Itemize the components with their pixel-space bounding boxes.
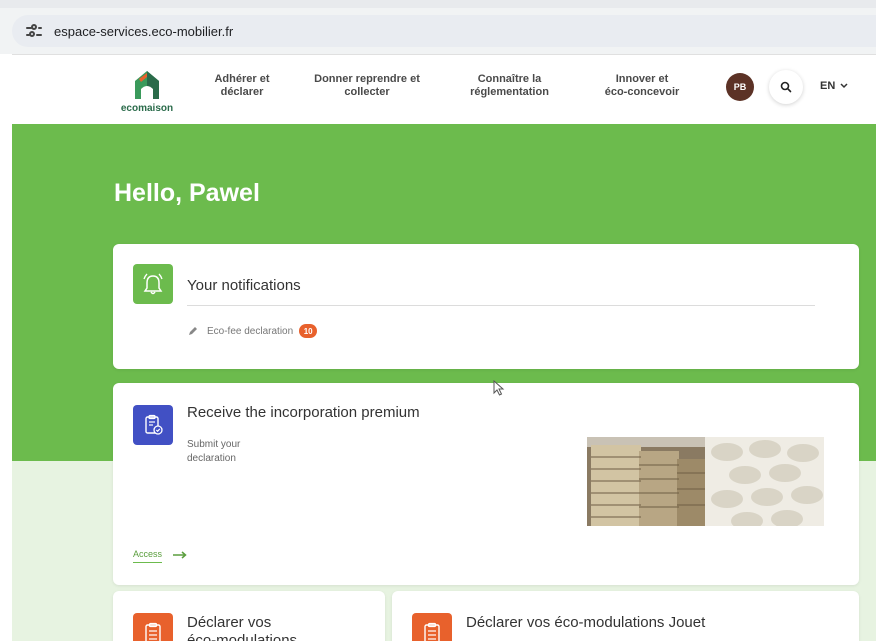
- clipboard-list-icon: [424, 622, 440, 641]
- notifications-card: Your notifications Eco-fee declaration 1…: [113, 244, 859, 369]
- declarer-eco-modulations-jouet-card[interactable]: Déclarer vos éco-modulations Jouet: [392, 591, 859, 641]
- declarer-jouet-icon-box: [412, 613, 452, 641]
- web-page: ecomaison Adhérer et déclarer Donner rep…: [12, 54, 876, 641]
- site-header: ecomaison Adhérer et déclarer Donner rep…: [12, 54, 876, 124]
- nav-label-line1: Adhérer et: [214, 73, 270, 85]
- declarer-jouet-title: Déclarer vos éco-modulations Jouet: [466, 614, 706, 631]
- nav-adherer-declarer[interactable]: Adhérer et déclarer: [207, 73, 277, 99]
- search-icon: [780, 81, 792, 93]
- nav-label-line2: déclarer: [220, 86, 264, 98]
- subtitle-line2: declaration: [187, 453, 236, 464]
- premium-icon-box: [133, 405, 173, 445]
- nav-label-line2: éco-concevoir: [604, 86, 680, 98]
- user-avatar[interactable]: PB: [726, 73, 754, 101]
- bell-icon: [143, 273, 163, 295]
- premium-title: Receive the incorporation premium: [187, 404, 420, 421]
- title-line1: Déclarer vos: [187, 614, 272, 631]
- notification-label: Eco-fee declaration: [207, 325, 294, 337]
- page-greeting: Hello, Pawel: [114, 179, 260, 207]
- pencil-icon: [189, 327, 197, 335]
- nav-label-line1: Donner reprendre et: [314, 73, 420, 85]
- title-line2: éco-modulations: [187, 632, 298, 641]
- nav-innover-eco-concevoir[interactable]: Innover et éco-concevoir: [597, 73, 687, 99]
- search-button[interactable]: [769, 70, 803, 104]
- nav-label-line2: réglementation: [470, 86, 549, 98]
- notifications-title: Your notifications: [187, 277, 301, 294]
- language-label: EN: [820, 80, 836, 92]
- site-settings-icon[interactable]: [26, 24, 42, 38]
- divider: [187, 305, 815, 306]
- mouse-cursor-icon: [493, 380, 505, 396]
- house-logo-icon: [135, 71, 159, 99]
- access-link[interactable]: Access: [133, 549, 163, 563]
- declarer-eco-modulations-card[interactable]: Déclarer vos éco-modulations: [113, 591, 385, 641]
- eco-fee-declaration-notification[interactable]: Eco-fee declaration 10: [187, 324, 318, 338]
- clipboard-list-icon: [145, 622, 161, 641]
- chevron-down-icon: [840, 83, 848, 89]
- nav-connaitre-reglementation[interactable]: Connaître la réglementation: [457, 73, 562, 99]
- subtitle-line1: Submit your: [187, 439, 241, 450]
- address-bar[interactable]: espace-services.eco-mobilier.fr: [12, 15, 876, 47]
- nav-label-line1: Connaître la: [477, 73, 542, 85]
- nav-label-line1: Innover et: [615, 73, 669, 85]
- notifications-icon-box: [133, 264, 173, 304]
- premium-subtitle: Submit your declaration: [187, 438, 277, 466]
- materials-photo: [587, 437, 824, 526]
- wood-and-mattress-image: [587, 437, 824, 526]
- arrow-right-icon[interactable]: [173, 551, 187, 559]
- incorporation-premium-card: Receive the incorporation premium Submit…: [113, 383, 859, 585]
- url-text[interactable]: espace-services.eco-mobilier.fr: [54, 24, 233, 39]
- browser-toolbar: espace-services.eco-mobilier.fr: [0, 0, 876, 54]
- logo-text: ecomaison: [120, 103, 174, 114]
- browser-tab-strip: [0, 0, 876, 8]
- language-selector[interactable]: EN: [820, 80, 848, 92]
- declarer-title: Déclarer vos éco-modulations: [187, 614, 297, 641]
- clipboard-check-icon: [145, 414, 163, 435]
- declarer-icon-box: [133, 613, 173, 641]
- notification-count-badge: 10: [299, 324, 318, 338]
- ecomaison-logo[interactable]: ecomaison: [117, 65, 177, 121]
- nav-donner-reprendre-collecter[interactable]: Donner reprendre et collecter: [307, 73, 427, 99]
- nav-label-line2: collecter: [344, 86, 390, 98]
